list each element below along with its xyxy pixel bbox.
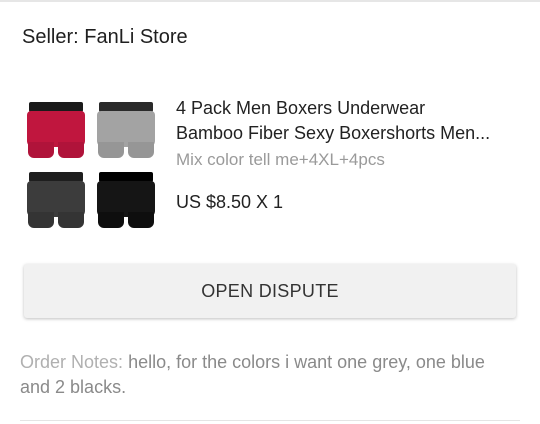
open-dispute-button[interactable]: OPEN DISPUTE [24,264,516,318]
product-title-line2: Bamboo Fiber Sexy Boxershorts Men... [176,123,491,143]
product-image[interactable] [23,90,158,230]
boxer-red-icon [27,102,85,158]
product-price: US $8.50 X 1 [176,192,284,212]
product-title[interactable]: 4 Pack Men Boxers Underwear Bamboo Fiber… [176,96,526,146]
product-title-line1: 4 Pack Men Boxers Underwear [176,98,426,118]
boxer-grey-icon [97,102,155,158]
product-variant: Mix color tell me+4XL+4pcs [176,150,385,169]
bottom-divider [20,420,520,421]
order-notes-label: Order Notes: [20,352,124,372]
boxer-black-icon [97,172,155,228]
seller-name[interactable]: Seller: FanLi Store [22,26,188,49]
order-notes: Order Notes: hello, for the colors i wan… [20,350,490,400]
top-divider [0,0,540,2]
boxer-darkgrey-icon [27,172,85,228]
